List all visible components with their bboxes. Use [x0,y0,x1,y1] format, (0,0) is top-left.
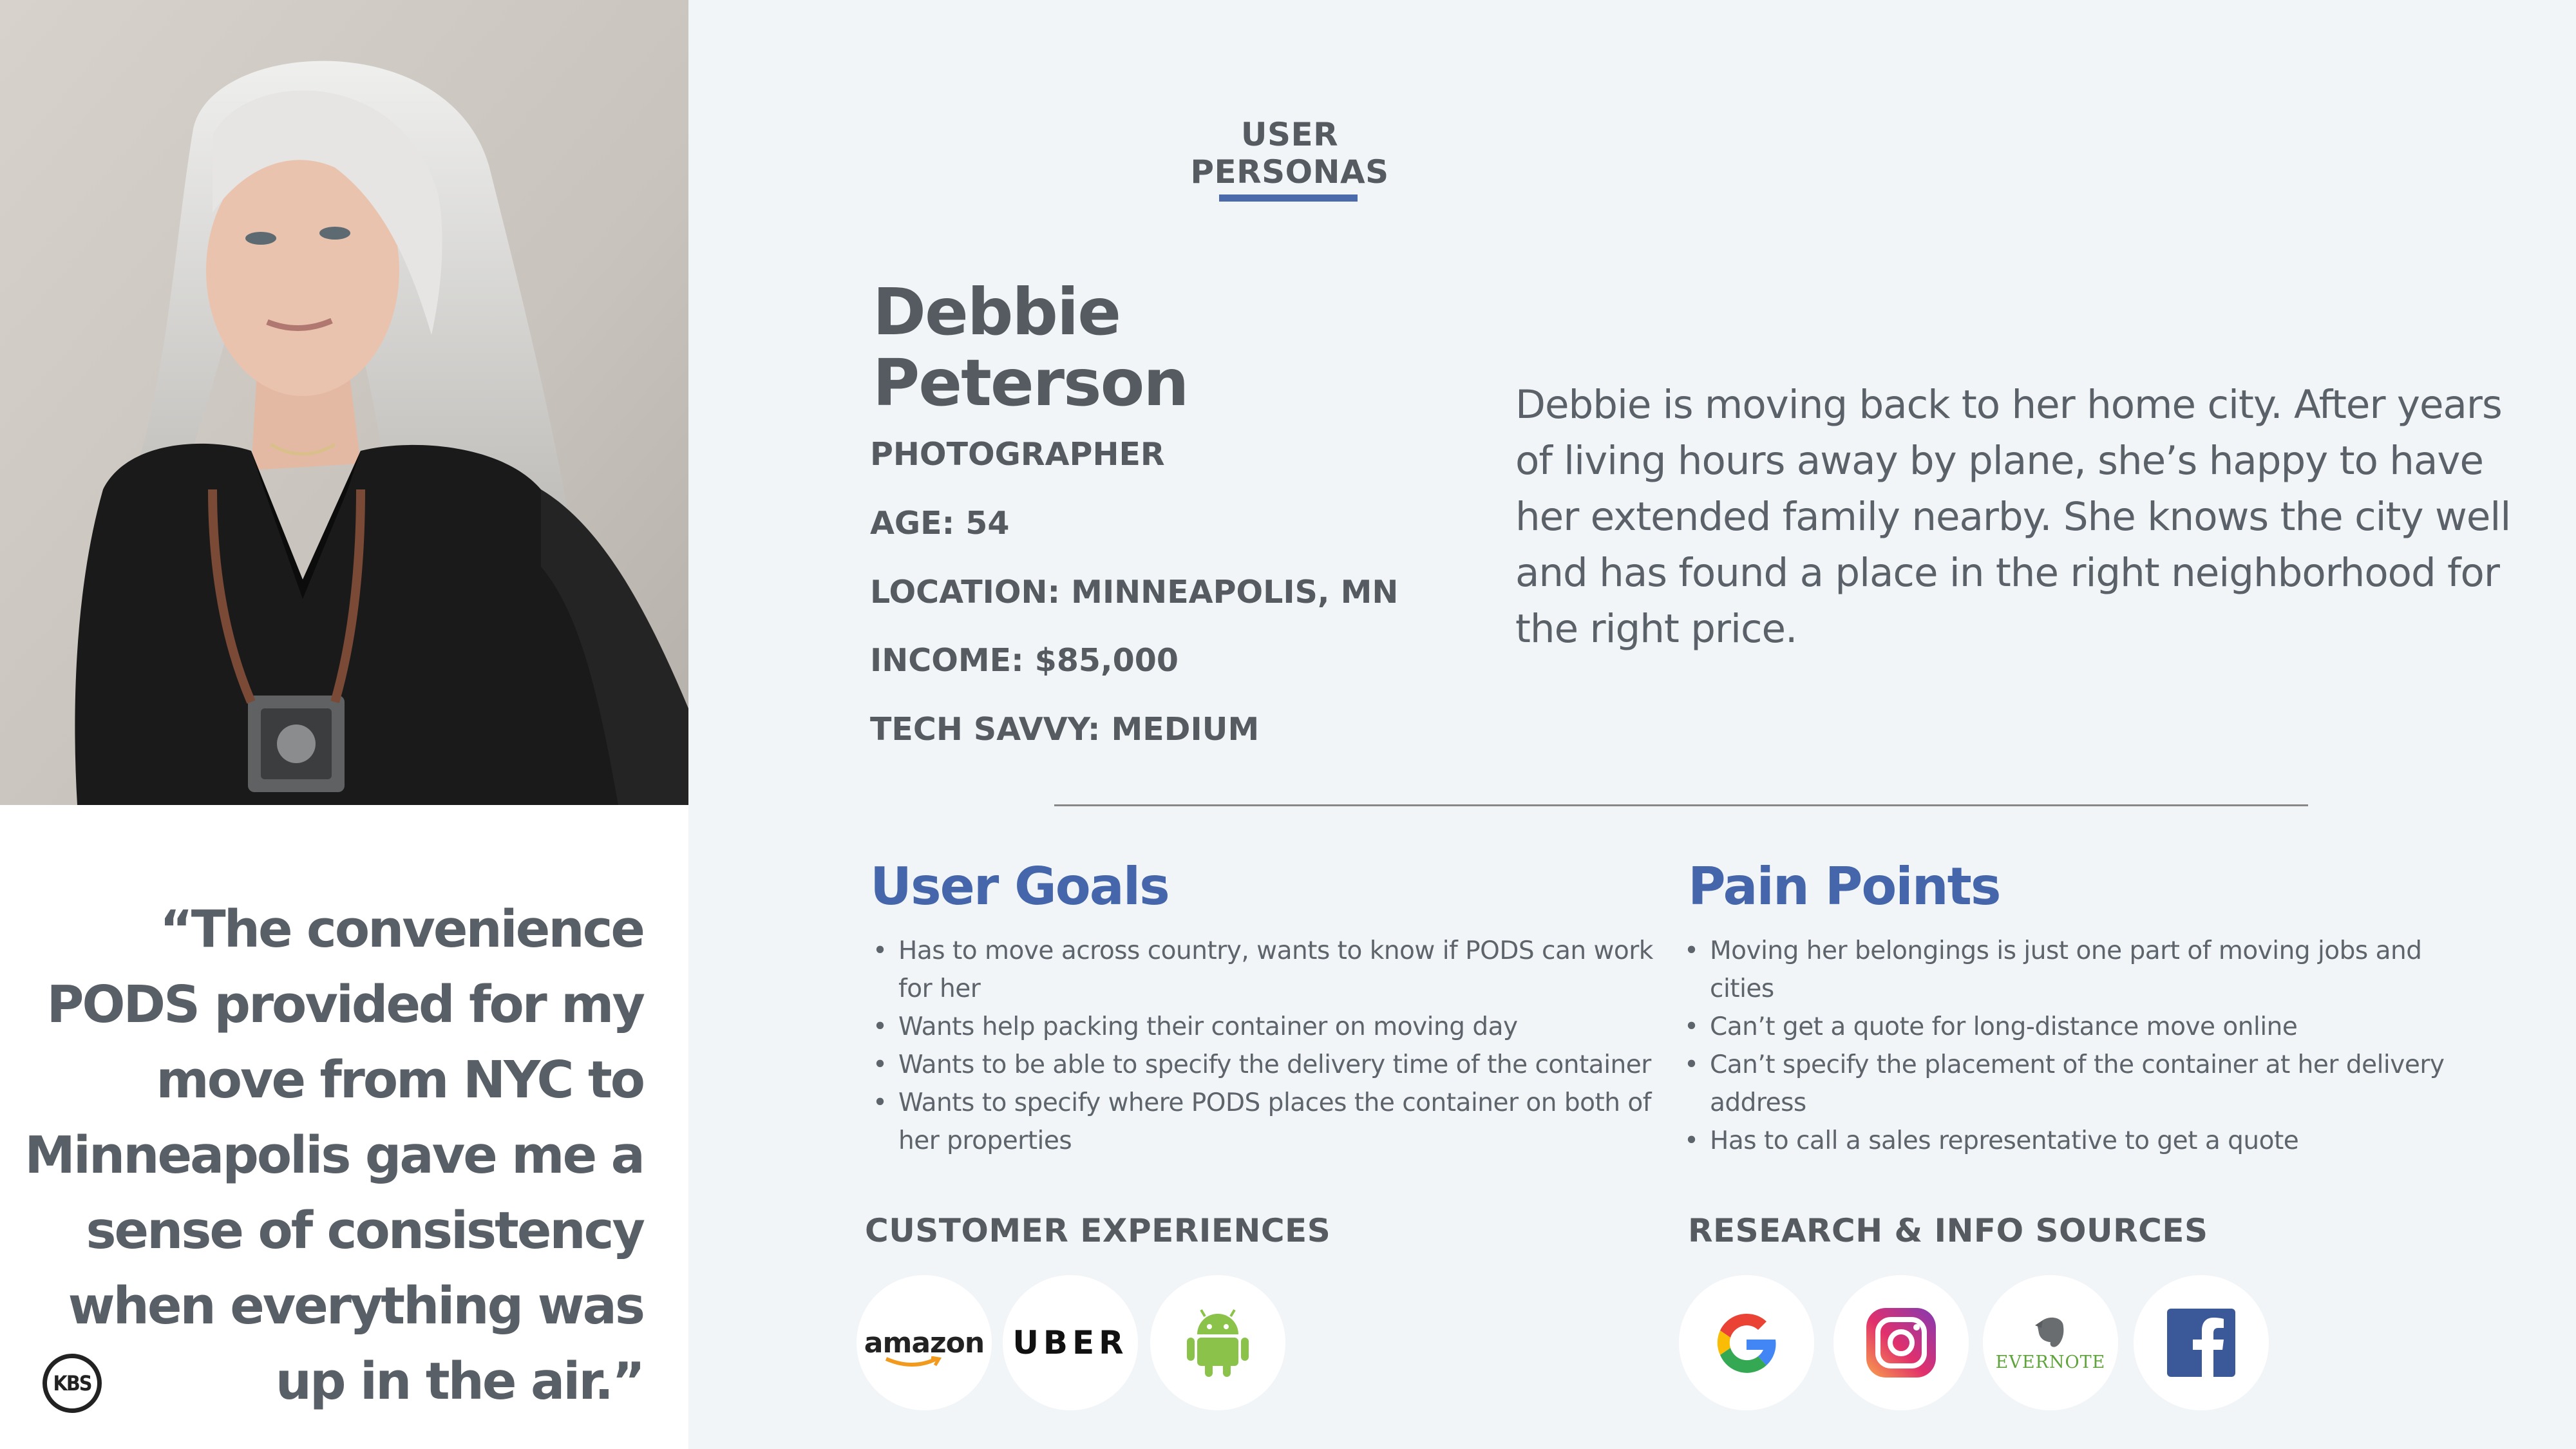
list-item: Can’t get a quote for long-distance move… [1684,1008,2450,1046]
uber-logo-text: UBER [1012,1324,1128,1361]
list-item: Has to move across country, wants to kno… [873,932,1690,1008]
evernote-logo: EVERNOTE [1983,1275,2118,1410]
amazon-logo: amazon [857,1275,992,1410]
android-icon [1187,1309,1249,1377]
research-sources-heading: RESEARCH & INFO SOURCES [1688,1212,2208,1249]
list-item: Can’t specify the placement of the conta… [1684,1046,2450,1122]
pain-points-heading: Pain Points [1688,857,2002,916]
list-item: Wants help packing their container on mo… [873,1008,1690,1046]
facebook-logo [2134,1275,2269,1410]
persona-bio: Debbie is moving back to her home city. … [1515,382,2511,652]
amazon-smile-icon [885,1356,942,1367]
persona-tech-savvy: TECH SAVVY: MEDIUM [870,711,1260,748]
instagram-icon [1866,1308,1936,1378]
persona-first-name: Debbie [873,274,1121,350]
persona-quote: “The convenience PODS provided for my mo… [24,900,645,1411]
user-goals-heading: User Goals [870,857,1170,916]
list-item: Wants to specify where PODS places the c… [873,1084,1690,1160]
android-logo [1150,1275,1285,1410]
pain-points-list: Moving her belongings is just one part o… [1681,932,2450,1160]
google-icon [1717,1313,1776,1373]
kbs-logo: KBS [43,1354,102,1413]
persona-location: LOCATION: MINNEAPOLIS, MN [870,574,1399,611]
kbs-logo-text: KBS [53,1371,93,1396]
persona-occupation: PHOTOGRAPHER [870,436,1165,473]
user-goals-list: Has to move across country, wants to kno… [870,932,1690,1160]
title-underline [1219,194,1358,202]
customer-experiences-heading: CUSTOMER EXPERIENCES [865,1212,1331,1249]
list-item: Wants to be able to specify the delivery… [873,1046,1690,1084]
list-item: Has to call a sales representative to ge… [1684,1122,2450,1160]
evernote-icon [2035,1317,2064,1347]
left-panel: “The convenience PODS provided for my mo… [0,0,688,1449]
persona-age: AGE: 54 [870,505,1010,542]
facebook-icon [2167,1309,2235,1377]
persona-last-name: Peterson [873,345,1189,421]
section-divider [1054,804,2308,806]
uber-logo: UBER [1003,1275,1138,1410]
evernote-logo-text: EVERNOTE [1995,1352,2106,1372]
persona-name: Debbie Peterson [873,277,1388,419]
persona-photo [0,0,688,805]
amazon-logo-text: amazon [864,1326,985,1359]
google-logo [1679,1275,1814,1410]
persona-income: INCOME: $85,000 [870,642,1179,679]
instagram-logo [1833,1275,1969,1410]
section-title: USER PERSONAS [1190,116,1389,191]
list-item: Moving her belongings is just one part o… [1684,932,2450,1008]
